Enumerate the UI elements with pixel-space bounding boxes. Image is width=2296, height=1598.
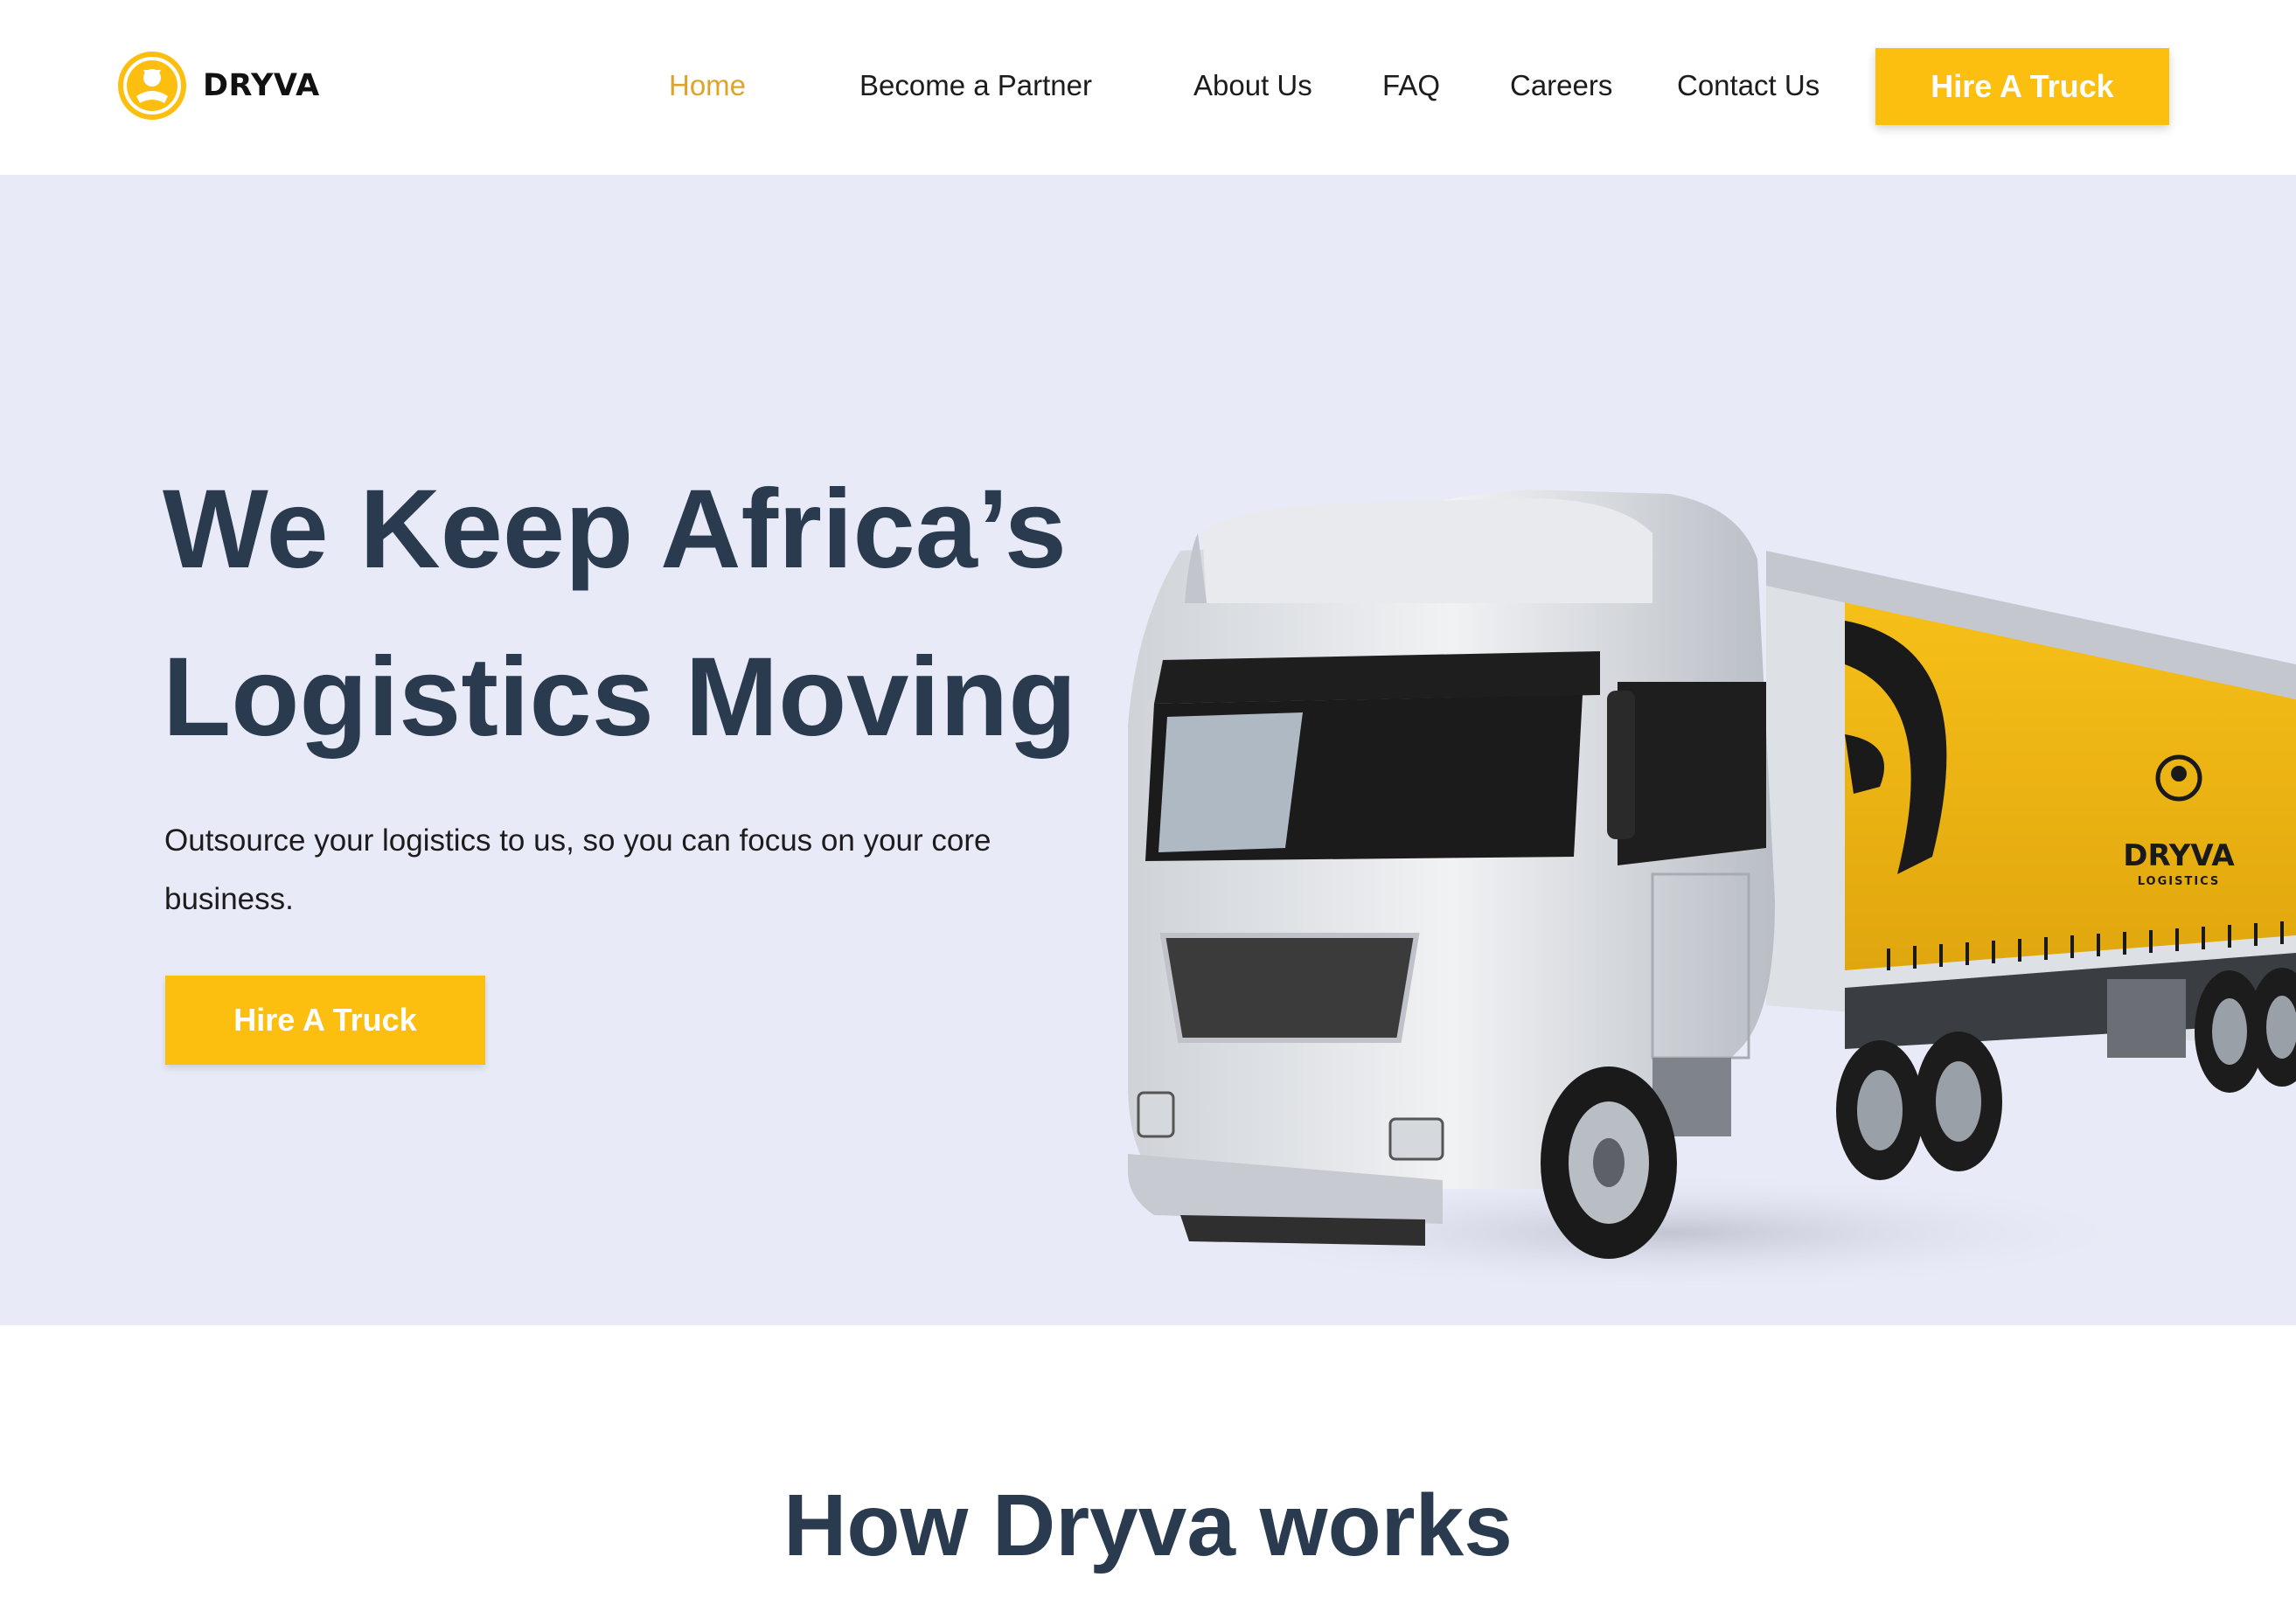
trailer-brand-text: DRYVA [2123,838,2235,873]
hero-title-line2: Logistics Moving [163,635,1077,760]
top-nav: DRYVA Home Become a Partner About Us FAQ… [0,0,2296,175]
cab-front-wheel [1541,1066,1677,1259]
trailer-tagline-text: LOGISTICS [2138,875,2221,888]
hire-truck-nav-button[interactable]: Hire A Truck [1875,48,2169,125]
nav-link-contact-us[interactable]: Contact Us [1677,66,1819,105]
hero-title-line1: We Keep Africa’s [163,467,1067,592]
hero-title: We Keep Africa’s Logistics Moving [163,446,1177,782]
nav-link-about-us[interactable]: About Us [1193,66,1312,105]
how-dryva-works-heading: How Dryva works [783,1476,1513,1574]
hero-section: We Keep Africa’s Logistics Moving Outsou… [0,175,2296,1325]
nav-link-faq[interactable]: FAQ [1382,66,1440,105]
hire-truck-hero-button[interactable]: Hire A Truck [165,976,485,1065]
hero-subtitle: Outsource your logistics to us, so you c… [164,823,991,916]
brand-name: DRYVA [203,68,320,103]
truck-illustration: DRYVA LOGISTICS [1128,490,2296,1294]
nav-link-home[interactable]: Home [669,66,746,105]
brand-logo[interactable]: DRYVA [117,51,320,121]
nav-link-become-partner[interactable]: Become a Partner [859,66,1092,105]
nav-link-careers[interactable]: Careers [1510,66,1612,105]
dryva-logo-icon [118,52,186,120]
